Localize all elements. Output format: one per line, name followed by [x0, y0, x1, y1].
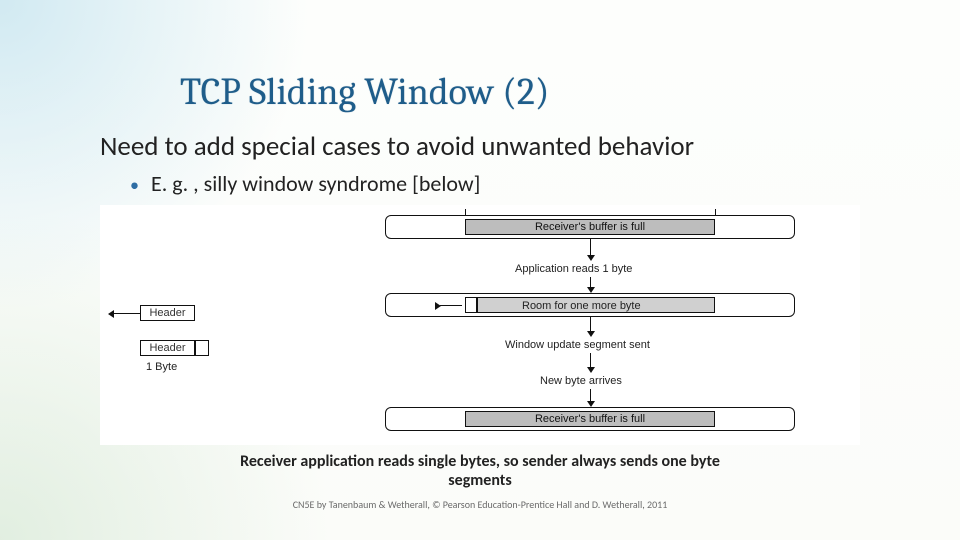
label-app-reads: Application reads 1 byte: [515, 263, 632, 275]
bullet-item: E. g. , silly window syndrome [below]: [130, 170, 480, 197]
buffer-full-top: Receiver's buffer is full: [465, 219, 715, 235]
footer-credit: CN5E by Tanenbaum & Wetherall, © Pearson…: [0, 498, 960, 511]
diagram-caption: Receiver application reads single bytes,…: [210, 452, 750, 490]
buffer-full-bottom: Receiver's buffer is full: [465, 411, 715, 427]
header-box-1: Header: [140, 305, 195, 321]
label-window-update: Window update segment sent: [505, 339, 650, 351]
body-text: Need to add special cases to avoid unwan…: [100, 130, 694, 163]
slide: TCP Sliding Window (2) Need to add speci…: [0, 0, 960, 540]
diagram-left-column: Header Header 1 Byte: [110, 205, 310, 445]
diagram-right-column: Receiver's buffer is full Application re…: [345, 205, 835, 445]
one-byte-box: [195, 340, 209, 356]
header-box-2: Header: [140, 340, 195, 356]
silly-window-diagram: Header Header 1 Byte Receiver's buffer i…: [100, 205, 860, 445]
slide-title: TCP Sliding Window (2): [180, 70, 549, 114]
one-byte-label: 1 Byte: [146, 361, 177, 373]
label-room: Room for one more byte: [520, 300, 643, 312]
room-one-byte: [465, 297, 477, 313]
label-new-byte: New byte arrives: [540, 375, 622, 387]
